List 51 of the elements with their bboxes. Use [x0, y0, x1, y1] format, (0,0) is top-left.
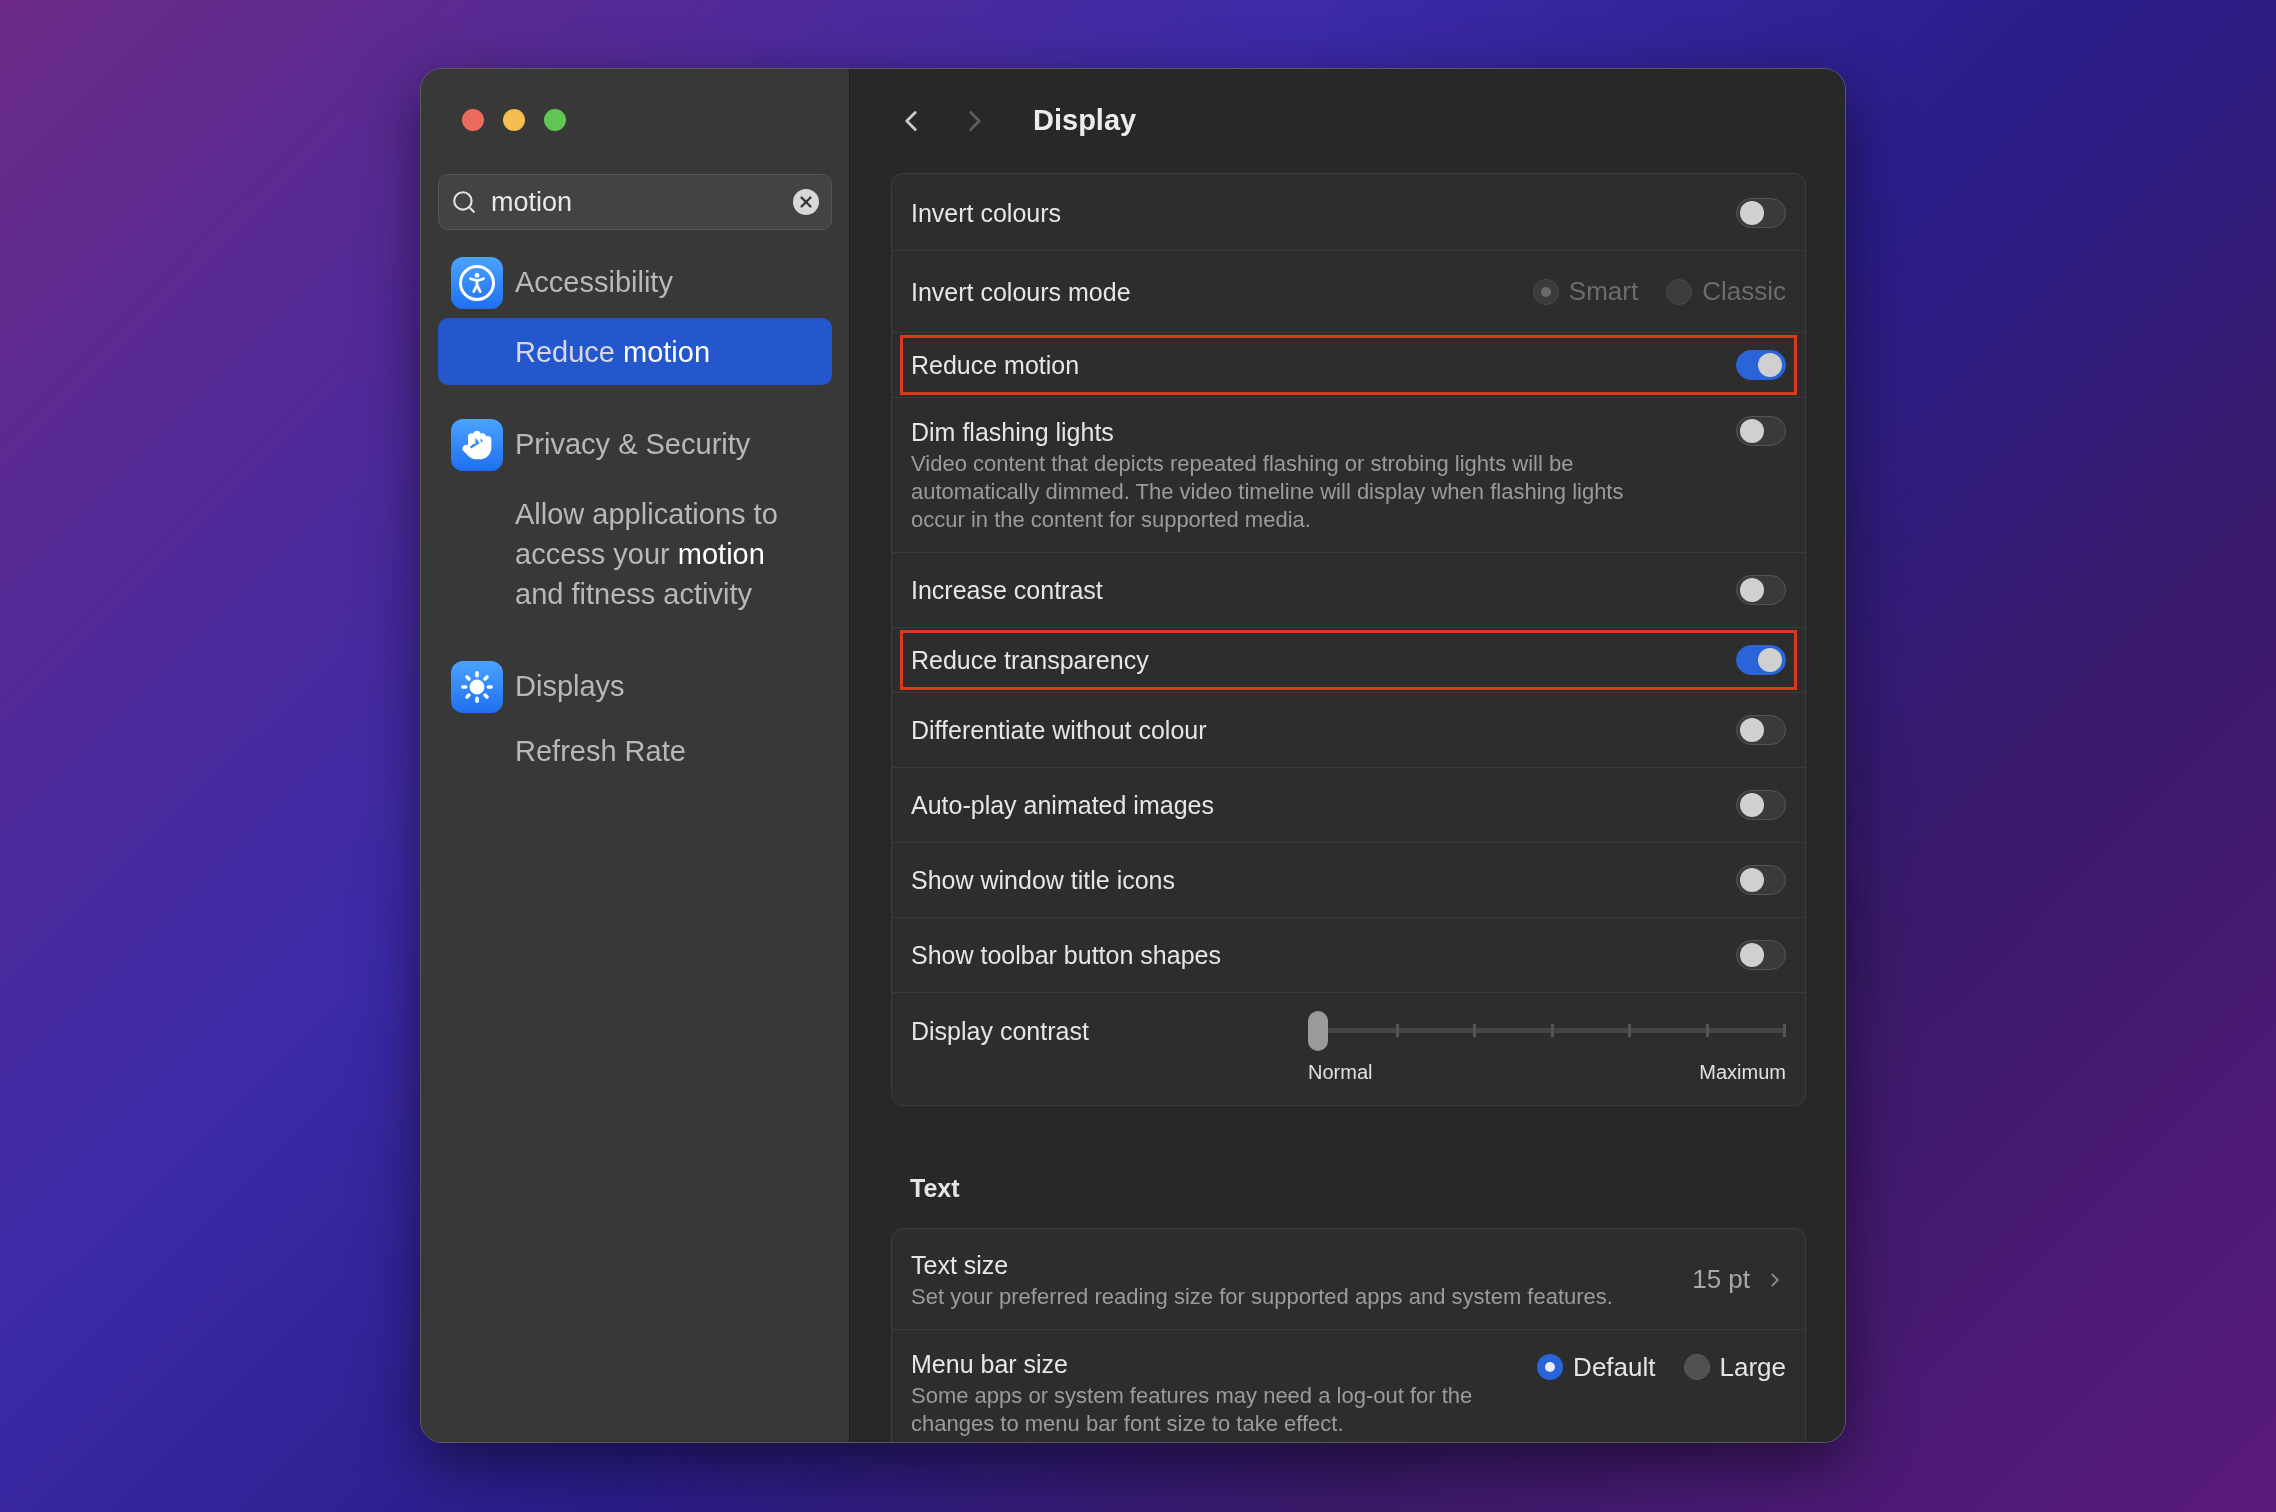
setting-description: Some apps or system features may need a log-out for the changes to menu bar font size to take effect. — [911, 1381, 1474, 1438]
setting-value: 15 pt — [1692, 1263, 1750, 1296]
search-result[interactable]: Refresh Rate — [438, 725, 832, 777]
section-heading: Text — [909, 1173, 961, 1204]
search-result[interactable]: Reduce motion — [438, 318, 832, 385]
setting-label: Differentiate without colour — [911, 715, 1208, 746]
setting-label: Display contrast — [911, 1017, 1089, 1045]
radio-button[interactable]: Default — [1537, 1347, 1656, 1387]
setting-label: Invert colours mode — [911, 276, 1132, 308]
toggle-switch[interactable] — [1736, 575, 1786, 605]
accessibility-icon — [451, 257, 503, 309]
slider-thumb[interactable] — [1308, 1011, 1328, 1051]
setting-label: Text size — [911, 1249, 1010, 1281]
search-icon — [451, 189, 477, 215]
setting-label: Show toolbar button shapes — [911, 940, 1222, 971]
setting-label: Dim flashing lights — [911, 417, 1115, 448]
toggle-switch[interactable] — [1736, 416, 1786, 446]
minimize-button[interactable] — [503, 109, 525, 131]
window-title: Display — [1033, 103, 1137, 139]
radio-button[interactable]: Large — [1683, 1347, 1786, 1387]
toggle-switch[interactable] — [1736, 940, 1786, 970]
search-field[interactable]: motion — [438, 174, 832, 230]
slider-max-label: Maximum — [1699, 1060, 1786, 1085]
zoom-button[interactable] — [544, 109, 566, 131]
toggle-switch[interactable] — [1736, 350, 1786, 380]
toggle-switch[interactable] — [1736, 865, 1786, 895]
toggle-switch[interactable] — [1736, 645, 1786, 675]
toggle-switch[interactable] — [1736, 790, 1786, 820]
toggle-switch[interactable] — [1736, 715, 1786, 745]
slider-min-label: Normal — [1308, 1060, 1373, 1085]
sidebar-category[interactable]: Accessibility — [438, 252, 832, 314]
setting-description: Video content that depicts repeated flashing or strobing lights will be automatically dimmed. The video timeline will display when flashing lights occur in the content for supported media. — [911, 450, 1625, 534]
slider-track[interactable] — [1308, 1011, 1786, 1051]
close-button[interactable] — [462, 109, 484, 131]
setting-label: Reduce motion — [911, 350, 1081, 381]
close-icon — [797, 193, 815, 211]
sun-icon — [451, 661, 503, 713]
toggle-switch[interactable] — [1736, 198, 1786, 228]
sidebar-category[interactable]: Displays — [438, 656, 832, 718]
setting-description: Set your preferred reading size for supported apps and system features. — [911, 1282, 1614, 1311]
clear-button[interactable] — [793, 189, 819, 215]
setting-label: Show window title icons — [911, 865, 1176, 896]
setting-label: Auto-play animated images — [911, 790, 1215, 821]
setting-label: Menu bar size — [911, 1348, 1070, 1380]
search-input[interactable]: motion — [491, 181, 779, 223]
setting-label: Reduce transparency — [911, 645, 1150, 676]
search-result[interactable]: Allow applications to access your motion and fitness activity — [438, 488, 832, 620]
hand-icon — [451, 419, 503, 471]
setting-label: Invert colours — [911, 198, 1063, 229]
setting-label: Increase contrast — [911, 575, 1104, 606]
sidebar-category[interactable]: Privacy & Security — [438, 414, 832, 476]
